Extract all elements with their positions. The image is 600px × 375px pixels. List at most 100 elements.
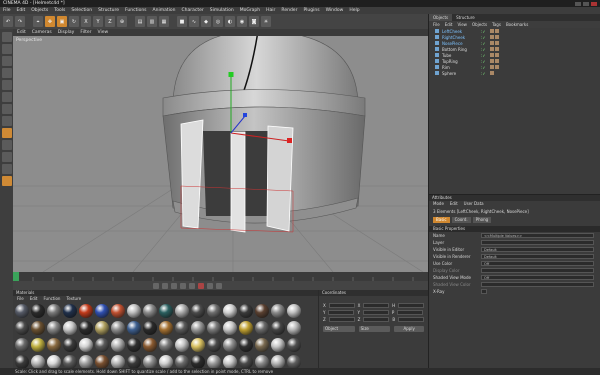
visibility-dots-icon[interactable]: :✓ bbox=[481, 59, 487, 64]
material-preview-ball[interactable] bbox=[143, 355, 157, 369]
tweak-mode-icon[interactable] bbox=[1, 128, 12, 138]
material-preview-ball[interactable] bbox=[175, 321, 189, 335]
material-preview-ball[interactable] bbox=[159, 321, 173, 335]
material-preview-ball[interactable] bbox=[207, 321, 221, 335]
shaded-view-mode-dropdown[interactable]: Off bbox=[481, 275, 594, 280]
axis-x-icon[interactable]: X bbox=[81, 16, 91, 27]
minimize-button[interactable] bbox=[575, 1, 581, 6]
solo-icon[interactable] bbox=[1, 176, 12, 186]
locked-workplane-icon[interactable] bbox=[1, 164, 12, 174]
phong-tag-icon[interactable] bbox=[490, 29, 494, 33]
visible-editor-dropdown[interactable]: Default bbox=[481, 247, 594, 252]
object-mode-dropdown[interactable]: Object bbox=[323, 326, 355, 332]
material-preview-ball[interactable] bbox=[207, 355, 221, 369]
material-preview-ball[interactable] bbox=[47, 304, 61, 318]
position-z-field[interactable] bbox=[328, 317, 355, 322]
material-preview-ball[interactable] bbox=[79, 321, 93, 335]
points-mode-icon[interactable] bbox=[1, 92, 12, 102]
material-preview-ball[interactable] bbox=[111, 338, 125, 352]
phong-tag-icon[interactable] bbox=[490, 71, 494, 75]
axis-mode-icon[interactable] bbox=[1, 80, 12, 90]
material-preview-ball[interactable] bbox=[191, 355, 205, 369]
record-icon[interactable] bbox=[198, 282, 204, 289]
object-mode-icon[interactable] bbox=[1, 56, 12, 66]
object-name[interactable]: NosePiece bbox=[442, 41, 478, 46]
material-preview-ball[interactable] bbox=[111, 355, 125, 369]
apply-button[interactable]: Apply bbox=[394, 326, 425, 332]
undo-icon[interactable]: ↶ bbox=[3, 16, 13, 27]
viewport-menu-display[interactable]: Display bbox=[58, 30, 75, 35]
visibility-dots-icon[interactable]: :✓ bbox=[481, 65, 487, 70]
material-preview-ball[interactable] bbox=[207, 338, 221, 352]
texture-tag-icon[interactable] bbox=[495, 35, 499, 39]
material-preview-ball[interactable] bbox=[255, 338, 269, 352]
material-preview-ball[interactable] bbox=[207, 304, 221, 318]
material-preview-ball[interactable] bbox=[31, 321, 45, 335]
material-preview-ball[interactable] bbox=[95, 355, 109, 369]
keyframe-selection-icon[interactable] bbox=[216, 282, 222, 289]
attr-menu-user-data[interactable]: User Data bbox=[464, 201, 484, 207]
material-preview-ball[interactable] bbox=[47, 355, 61, 369]
material-preview-ball[interactable] bbox=[31, 304, 45, 318]
material-preview-ball[interactable] bbox=[31, 338, 45, 352]
om-menu-file[interactable]: File bbox=[433, 21, 440, 28]
menu-objects[interactable]: Objects bbox=[31, 8, 48, 13]
visible-renderer-dropdown[interactable]: Default bbox=[481, 254, 594, 259]
material-preview-ball[interactable] bbox=[159, 355, 173, 369]
menu-animation[interactable]: Animation bbox=[153, 8, 176, 13]
render-view-icon[interactable]: ▤ bbox=[135, 16, 145, 27]
menu-functions[interactable]: Functions bbox=[125, 8, 147, 13]
texture-tag-icon[interactable] bbox=[495, 29, 499, 33]
menu-window[interactable]: Window bbox=[326, 8, 344, 13]
rotation-p-field[interactable] bbox=[397, 310, 424, 315]
material-preview-ball[interactable] bbox=[287, 338, 301, 352]
material-preview-ball[interactable] bbox=[15, 321, 29, 335]
maximize-button[interactable] bbox=[583, 1, 589, 6]
rotation-b-field[interactable] bbox=[398, 317, 425, 322]
edges-mode-icon[interactable] bbox=[1, 104, 12, 114]
deformer-icon[interactable]: ◐ bbox=[225, 16, 235, 27]
material-preview-ball[interactable] bbox=[95, 338, 109, 352]
attr-menu-mode[interactable]: Mode bbox=[433, 201, 444, 207]
material-preview-ball[interactable] bbox=[191, 338, 205, 352]
material-preview-ball[interactable] bbox=[15, 355, 29, 369]
spline-icon[interactable]: ∿ bbox=[189, 16, 199, 27]
viewport-menu-filter[interactable]: Filter bbox=[80, 30, 91, 35]
visibility-dots-icon[interactable]: :✓ bbox=[481, 29, 487, 34]
menu-mograph[interactable]: MoGraph bbox=[240, 8, 260, 13]
menu-plugins[interactable]: Plugins bbox=[303, 8, 319, 13]
perspective-viewport[interactable]: Perspective bbox=[13, 36, 428, 272]
tab-basic[interactable]: Basic bbox=[433, 217, 450, 223]
material-preview-ball[interactable] bbox=[239, 321, 253, 335]
material-preview-ball[interactable] bbox=[15, 304, 29, 318]
position-x-field[interactable] bbox=[328, 303, 355, 308]
shaded-view-color-swatch[interactable] bbox=[481, 282, 594, 287]
object-name[interactable]: Rim bbox=[442, 65, 478, 70]
menu-help[interactable]: Help bbox=[349, 8, 359, 13]
material-preview-ball[interactable] bbox=[79, 355, 93, 369]
workplane-icon[interactable] bbox=[1, 152, 12, 162]
render-picture-viewer-icon[interactable]: ▥ bbox=[147, 16, 157, 27]
phong-tag-icon[interactable] bbox=[490, 59, 494, 63]
material-preview-ball[interactable] bbox=[63, 304, 77, 318]
material-preview-ball[interactable] bbox=[191, 304, 205, 318]
material-preview-ball[interactable] bbox=[111, 321, 125, 335]
tab-phong[interactable]: Phong bbox=[472, 217, 492, 223]
material-preview-ball[interactable] bbox=[15, 338, 29, 352]
visibility-dots-icon[interactable]: :✓ bbox=[481, 35, 487, 40]
scale-tool-icon[interactable]: ▣ bbox=[57, 16, 67, 27]
texture-tag-icon[interactable] bbox=[495, 53, 499, 57]
object-row-sphere[interactable]: Sphere :✓ bbox=[429, 70, 600, 76]
menu-edit[interactable]: Edit bbox=[17, 8, 26, 13]
menu-render[interactable]: Render bbox=[281, 8, 297, 13]
material-preview-ball[interactable] bbox=[287, 355, 301, 369]
om-menu-view[interactable]: View bbox=[457, 21, 467, 28]
texture-tag-icon[interactable] bbox=[495, 41, 499, 45]
xray-checkbox[interactable] bbox=[481, 289, 487, 294]
material-preview-ball[interactable] bbox=[239, 355, 253, 369]
close-button[interactable] bbox=[591, 1, 597, 6]
menu-structure[interactable]: Structure bbox=[98, 8, 119, 13]
material-preview-ball[interactable] bbox=[175, 338, 189, 352]
phong-tag-icon[interactable] bbox=[490, 41, 494, 45]
texture-tag-icon[interactable] bbox=[495, 65, 499, 69]
